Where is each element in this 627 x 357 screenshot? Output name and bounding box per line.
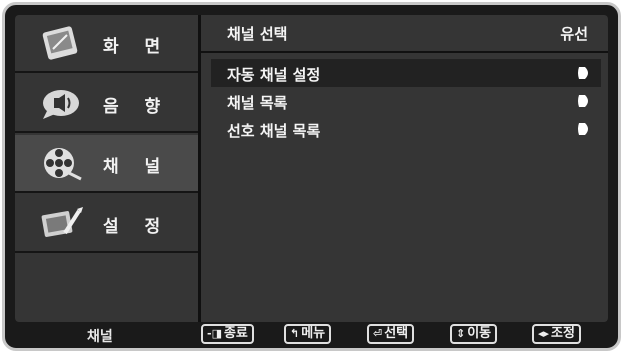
menu-item-channel-list[interactable]: 채널 목록 <box>211 87 601 115</box>
channel-select-row[interactable]: 채널 선택 유선 <box>201 15 608 53</box>
leftright-icon: ◂▸ <box>538 327 550 340</box>
sound-icon <box>43 90 79 119</box>
channel-reel-icon <box>44 148 82 181</box>
adjust-label: 조정 <box>551 326 575 341</box>
menu-item-auto-program[interactable]: 자동 채널 설정 <box>211 59 601 87</box>
sidebar-item-label: 화 면 <box>103 37 171 57</box>
sidebar-item-setup[interactable]: 설 정 <box>15 195 198 253</box>
sidebar-item-label: 설 정 <box>103 217 171 237</box>
footer-section-label: 채널 <box>87 329 113 345</box>
menu-item-label: 채널 목록 <box>227 94 288 112</box>
tv-osd-frame: 화 면 음 향 채 널 설 정 채널 선택 유선 자동 채널 설정 채널 목록 … <box>2 2 621 351</box>
channel-select-value: 유선 <box>560 25 588 43</box>
menu-item-label: 선호 채널 목록 <box>227 122 321 140</box>
enter-icon: ⏎ <box>373 327 383 340</box>
arrow-right-icon <box>578 95 588 107</box>
osd-menu: 화 면 음 향 채 널 설 정 채널 선택 유선 자동 채널 설정 채널 목록 … <box>15 15 608 322</box>
sidebar-item-channel[interactable]: 채 널 <box>15 135 198 193</box>
sidebar-item-sound[interactable]: 음 향 <box>15 75 198 133</box>
arrow-right-icon <box>578 123 588 135</box>
return-icon: ↰ <box>290 327 300 340</box>
sidebar-item-label: 채 널 <box>103 157 171 177</box>
exit-button[interactable]: -◨ 종료 <box>201 324 254 344</box>
updown-icon: ⇕ <box>456 327 466 340</box>
exit-icon: -◨ <box>207 327 222 340</box>
menu-item-label: 자동 채널 설정 <box>227 66 321 84</box>
sidebar: 화 면 음 향 채 널 설 정 <box>15 15 201 322</box>
channel-select-label: 채널 선택 <box>227 25 288 43</box>
sidebar-item-label: 음 향 <box>103 97 171 117</box>
move-label: 이동 <box>467 326 492 341</box>
menu-item-favorite-list[interactable]: 선호 채널 목록 <box>211 115 601 143</box>
select-button[interactable]: ⏎ 선택 <box>367 324 415 344</box>
arrow-right-icon <box>578 67 588 79</box>
footer-bar: 채널 -◨ 종료 ↰ 메뉴 ⏎ 선택 ⇕ 이동 ◂▸ 조정 <box>5 322 618 348</box>
channel-panel: 채널 선택 유선 자동 채널 설정 채널 목록 선호 채널 목록 <box>201 15 608 322</box>
exit-label: 종료 <box>223 326 248 341</box>
adjust-button[interactable]: ◂▸ 조정 <box>532 324 581 344</box>
menu-label: 메뉴 <box>301 326 326 341</box>
picture-icon <box>42 26 78 60</box>
menu-button[interactable]: ↰ 메뉴 <box>284 324 332 344</box>
sidebar-item-picture[interactable]: 화 면 <box>15 15 198 73</box>
move-button[interactable]: ⇕ 이동 <box>450 324 498 344</box>
setup-icon <box>41 207 83 237</box>
select-label: 선택 <box>384 326 409 341</box>
